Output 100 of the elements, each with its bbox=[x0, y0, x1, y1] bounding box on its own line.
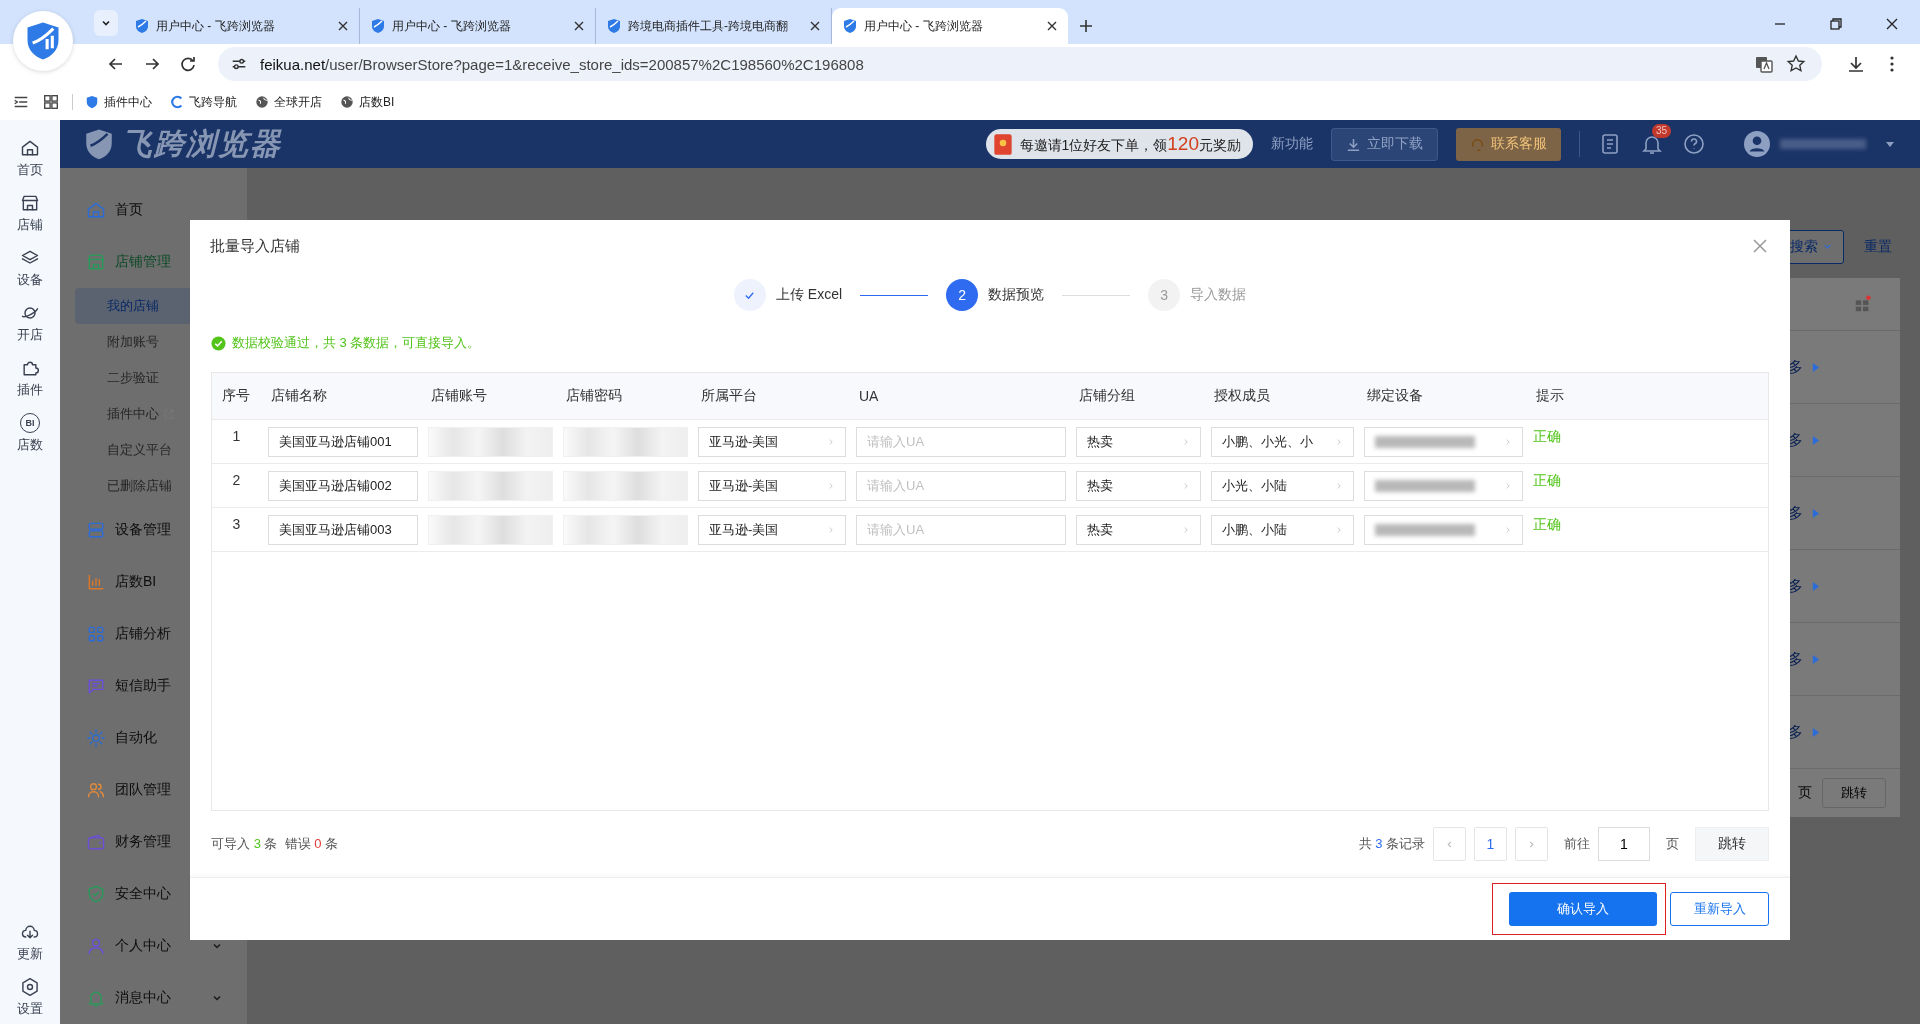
blurred-password-field[interactable] bbox=[563, 426, 688, 457]
support-button[interactable]: 联系客服 bbox=[1456, 127, 1561, 161]
rail-item[interactable]: 店铺 bbox=[17, 193, 43, 234]
bookmark-link[interactable]: 全球开店 bbox=[255, 93, 322, 111]
page-number-button[interactable]: 1 bbox=[1474, 827, 1507, 861]
new-features-link[interactable]: 新功能 bbox=[1271, 135, 1313, 153]
people-icon bbox=[86, 780, 106, 800]
platform-select[interactable]: 亚马逊-美国 bbox=[698, 514, 846, 545]
sidebar-item[interactable]: 团队管理 bbox=[60, 764, 247, 816]
platform-select[interactable]: 亚马逊-美国 bbox=[698, 470, 846, 501]
rail-item[interactable]: BI 店数 bbox=[17, 413, 43, 454]
rail-item[interactable]: 更新 bbox=[17, 922, 43, 963]
more-link[interactable]: 多 bbox=[1788, 649, 1820, 669]
group-select[interactable]: 热卖 bbox=[1076, 514, 1201, 545]
blurred-password-field[interactable] bbox=[563, 470, 688, 501]
blurred-password-field[interactable] bbox=[563, 514, 688, 545]
download-icon bbox=[1346, 136, 1361, 152]
column-header: 授权成员 bbox=[1213, 387, 1271, 405]
platform-select[interactable]: 亚马逊-美国 bbox=[698, 426, 846, 457]
rail-item[interactable]: 开店 bbox=[17, 303, 43, 344]
rail-label: 店数 bbox=[17, 436, 43, 454]
rail-label: 设备 bbox=[17, 271, 43, 289]
new-tab-icon[interactable] bbox=[1078, 18, 1094, 34]
more-link[interactable]: 多 bbox=[1788, 722, 1820, 742]
promo-text: 每邀请1位好友下单，领120元奖励 bbox=[1019, 133, 1241, 155]
store-name-field[interactable]: 美国亚马逊店铺002 bbox=[268, 470, 418, 501]
invite-reward-banner[interactable]: 每邀请1位好友下单，领120元奖励 bbox=[985, 129, 1253, 159]
validation-message: 数据校验通过，共 3 条数据，可直接导入。 bbox=[232, 334, 481, 352]
avatar-icon[interactable] bbox=[1744, 131, 1770, 157]
store-icon bbox=[86, 252, 106, 272]
download-icon[interactable] bbox=[1846, 54, 1866, 74]
chevron-right-icon bbox=[1335, 437, 1343, 446]
rail-item[interactable]: 设备 bbox=[17, 248, 43, 289]
restore-icon[interactable] bbox=[1828, 16, 1844, 32]
close-icon[interactable] bbox=[1046, 20, 1058, 32]
group-select[interactable]: 热卖 bbox=[1076, 470, 1201, 501]
browser-tab[interactable]: 用户中心 - 飞跨浏览器 bbox=[360, 8, 596, 44]
tab-title: 用户中心 - 飞跨浏览器 bbox=[392, 17, 512, 35]
sidebar-item[interactable]: 短信助手 bbox=[60, 660, 247, 712]
column-header: 序号 bbox=[221, 387, 251, 405]
browser-tab[interactable]: 用户中心 - 飞跨浏览器 bbox=[832, 8, 1068, 44]
rail-label: 开店 bbox=[17, 326, 43, 344]
browser-tab[interactable]: 用户中心 - 飞跨浏览器 bbox=[124, 8, 360, 44]
sidebar-label: 店铺分析 bbox=[115, 625, 171, 643]
shield-icon bbox=[85, 95, 99, 109]
more-link[interactable]: 多 bbox=[1788, 357, 1820, 377]
confirm-import-button[interactable]: 确认导入 bbox=[1509, 892, 1657, 926]
group-select[interactable]: 热卖 bbox=[1076, 426, 1201, 457]
close-icon[interactable] bbox=[1884, 16, 1900, 32]
globe-icon bbox=[340, 95, 354, 109]
shield-icon bbox=[86, 884, 106, 904]
translate-icon[interactable] bbox=[1754, 54, 1774, 74]
sidebar-label: 店铺管理 bbox=[115, 253, 171, 271]
import-summary: 可导入 3 条 错误 0 条 bbox=[211, 835, 339, 853]
rail-label: 更新 bbox=[17, 945, 43, 963]
chevron-right-icon bbox=[1504, 525, 1512, 534]
c-logo-icon bbox=[170, 95, 184, 109]
close-icon[interactable] bbox=[573, 20, 585, 32]
rail-item[interactable]: 设置 bbox=[17, 977, 43, 1018]
column-header: 店铺分组 bbox=[1078, 387, 1136, 405]
blurred-account-field[interactable] bbox=[428, 470, 553, 501]
apps-icon[interactable] bbox=[42, 93, 60, 111]
download-button[interactable]: 立即下载 bbox=[1331, 127, 1438, 161]
sidebar-item[interactable]: 店数BI bbox=[60, 556, 247, 608]
store-name-field[interactable]: 美国亚马逊店铺001 bbox=[268, 426, 418, 457]
close-icon[interactable] bbox=[337, 20, 349, 32]
blurred-account-field[interactable] bbox=[428, 426, 553, 457]
bookmark-link[interactable]: 飞跨导航 bbox=[170, 93, 237, 111]
close-icon[interactable] bbox=[809, 20, 821, 32]
row-number: 3 bbox=[231, 515, 242, 532]
bookmark-link[interactable]: 店数BI bbox=[340, 93, 395, 111]
jump-button[interactable]: 跳转 bbox=[1695, 827, 1769, 861]
reimport-button[interactable]: 重新导入 bbox=[1670, 892, 1769, 926]
sidebar-item[interactable]: 店铺分析 bbox=[60, 608, 247, 660]
sidebar-item[interactable]: 首页 bbox=[60, 184, 247, 236]
more-link[interactable]: 多 bbox=[1788, 430, 1820, 450]
step-label: 导入数据 bbox=[1190, 286, 1247, 304]
step-indicator: 2 bbox=[946, 279, 979, 311]
sidebar-item[interactable]: 消息中心 bbox=[60, 972, 247, 1024]
url-text: feikua.net/user/BrowserStore?page=1&receive_store_ids=200857%2C198560%2C196808 bbox=[260, 55, 864, 73]
sidebar-item[interactable]: 自动化 bbox=[60, 712, 247, 764]
address-bar[interactable]: feikua.net/user/BrowserStore?page=1&receive_store_ids=200857%2C198560%2C196808 bbox=[218, 47, 1822, 81]
members-select[interactable]: 小光、小陆 bbox=[1211, 470, 1354, 501]
chevron-right-icon bbox=[1504, 481, 1512, 490]
members-select[interactable]: 小鹏、小光、小 bbox=[1211, 426, 1354, 457]
rail-item[interactable]: 插件 bbox=[17, 358, 43, 399]
rail-item[interactable]: 首页 bbox=[17, 138, 43, 179]
help-icon[interactable] bbox=[1682, 132, 1706, 156]
store-name-field[interactable]: 美国亚马逊店铺003 bbox=[268, 514, 418, 545]
more-link[interactable]: 多 bbox=[1788, 503, 1820, 523]
sidebar-item[interactable]: 安全中心 bbox=[60, 868, 247, 920]
sidebar-item[interactable]: 个人中心 bbox=[60, 920, 247, 972]
jump-button[interactable]: 跳转 bbox=[1822, 778, 1886, 808]
blurred-account-field[interactable] bbox=[428, 514, 553, 545]
more-link[interactable]: 多 bbox=[1788, 576, 1820, 596]
page-input-field[interactable]: 1 bbox=[1598, 827, 1650, 861]
members-select[interactable]: 小鹏、小陆 bbox=[1211, 514, 1354, 545]
bookmark-link[interactable]: 插件中心 bbox=[85, 93, 152, 111]
star-icon[interactable] bbox=[1786, 54, 1806, 74]
reload-icon[interactable] bbox=[178, 54, 198, 74]
